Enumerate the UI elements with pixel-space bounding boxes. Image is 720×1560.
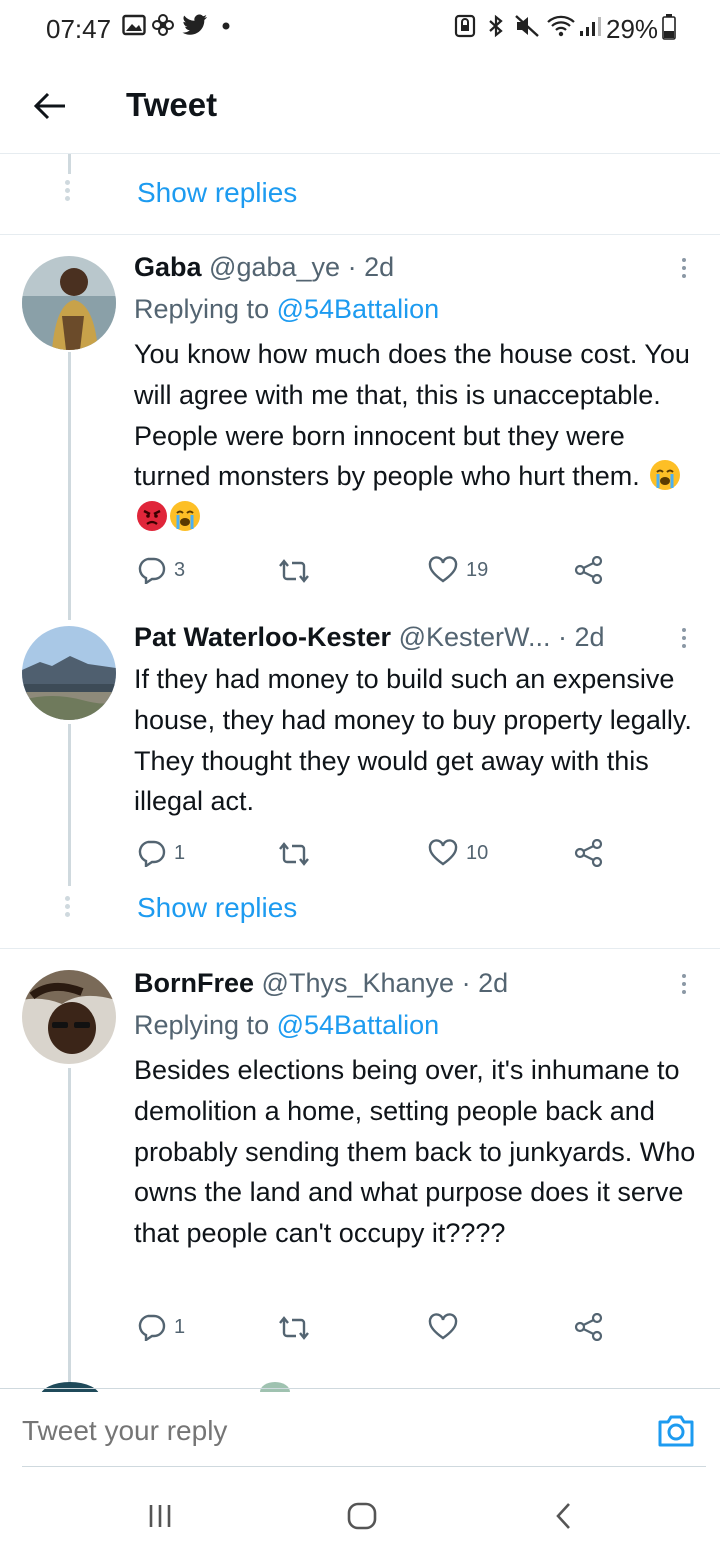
reply-count: 1 xyxy=(174,841,186,864)
loudly-crying-face-icon xyxy=(650,460,681,491)
status-bar: 07:47 29% xyxy=(0,0,720,58)
author-name[interactable]: BornFree xyxy=(134,968,254,998)
tweet-text: If they had money to build such an expen… xyxy=(134,664,692,817)
share-icon xyxy=(574,1313,603,1341)
thread-line xyxy=(68,154,71,174)
reply-icon xyxy=(138,1314,166,1341)
like-button[interactable] xyxy=(428,1313,466,1341)
heart-icon xyxy=(428,839,458,866)
system-back-button[interactable] xyxy=(544,1500,584,1532)
reply-icon xyxy=(138,557,166,584)
reply-count: 3 xyxy=(174,558,186,581)
tweet-time: · 2d xyxy=(558,622,605,652)
reply-button[interactable]: 1 xyxy=(136,839,185,867)
thread-line xyxy=(68,1068,71,1388)
battery-icon xyxy=(662,14,676,40)
signal-icon xyxy=(578,14,602,38)
divider xyxy=(0,948,720,949)
reply-input[interactable] xyxy=(22,1415,582,1447)
divider xyxy=(0,234,720,235)
reply-count: 1 xyxy=(174,1315,186,1338)
like-count: 19 xyxy=(466,558,489,581)
home-icon xyxy=(347,1502,377,1530)
retweet-icon xyxy=(279,1316,309,1340)
thread-ellipsis xyxy=(64,896,70,920)
home-button[interactable] xyxy=(342,1500,382,1532)
heart-icon xyxy=(428,1313,458,1340)
arrow-left-icon xyxy=(33,92,65,120)
mention-link[interactable]: @54Battalion xyxy=(277,294,440,324)
tweet-time: · 2d xyxy=(461,968,509,998)
dot-icon xyxy=(222,22,230,30)
back-icon xyxy=(556,1503,570,1529)
heart-icon xyxy=(428,556,458,583)
gallery-icon xyxy=(122,14,146,36)
recent-apps-button[interactable] xyxy=(140,1500,180,1532)
tweet-time: · 2d xyxy=(347,252,395,282)
author-name[interactable]: Gaba xyxy=(134,252,202,282)
tweet-body: You know how much does the house cost. Y… xyxy=(134,339,690,492)
like-count: 10 xyxy=(466,841,489,864)
mute-icon xyxy=(514,14,540,38)
reply-icon xyxy=(138,840,166,867)
author-handle[interactable]: @gaba_ye xyxy=(209,252,340,282)
author-handle[interactable]: @KesterW... xyxy=(399,622,551,652)
reply-button[interactable]: 3 xyxy=(136,556,185,584)
status-time: 07:47 xyxy=(46,14,112,44)
share-button[interactable] xyxy=(574,556,604,584)
tweet-text: Besides elections being over, it's inhum… xyxy=(134,1055,696,1249)
avatar-pat[interactable] xyxy=(22,626,116,720)
wifi-icon xyxy=(546,14,576,38)
share-button[interactable] xyxy=(574,839,604,867)
share-icon xyxy=(574,839,603,867)
mention-link[interactable]: @54Battalion xyxy=(277,1010,440,1040)
avatar-bornfree[interactable] xyxy=(22,970,116,1064)
loudly-crying-face-icon xyxy=(170,501,200,532)
tweet-header: Pat Waterloo-Kester @KesterW... · 2d xyxy=(134,622,605,653)
show-replies-link[interactable]: Show replies xyxy=(137,177,297,209)
share-button[interactable] xyxy=(574,1313,604,1341)
tweet-text: You know how much does the house cost. Y… xyxy=(134,334,704,538)
replying-to: Replying to @54Battalion xyxy=(134,1010,439,1041)
thread-line xyxy=(68,352,71,620)
more-options-button[interactable] xyxy=(672,622,696,654)
retweet-icon xyxy=(279,842,309,866)
camera-button[interactable] xyxy=(656,1413,696,1449)
replying-to-label: Replying to xyxy=(134,294,270,324)
more-options-button[interactable] xyxy=(672,252,696,284)
retweet-button[interactable] xyxy=(276,558,320,584)
bluetooth-icon xyxy=(486,14,506,38)
reply-button[interactable]: 1 xyxy=(136,1313,185,1341)
page-title: Tweet xyxy=(126,86,218,123)
like-button[interactable]: 10 xyxy=(428,839,488,867)
fan-icon xyxy=(152,14,174,36)
retweet-button[interactable] xyxy=(276,841,320,867)
author-handle[interactable]: @Thys_Khanye xyxy=(262,968,455,998)
angry-face-icon xyxy=(137,501,167,532)
tweet-header: Gaba @gaba_ye · 2d xyxy=(134,252,394,283)
thread-ellipsis xyxy=(64,180,70,204)
lock-icon xyxy=(454,14,476,38)
twitter-bird-icon xyxy=(182,14,208,36)
camera-icon xyxy=(658,1415,694,1447)
back-button[interactable] xyxy=(22,80,78,132)
show-replies-link[interactable]: Show replies xyxy=(137,892,297,924)
more-options-button[interactable] xyxy=(672,968,696,1000)
retweet-icon xyxy=(279,559,309,583)
top-app-bar: Tweet xyxy=(0,58,720,154)
system-nav-bar xyxy=(0,1470,720,1560)
retweet-button[interactable] xyxy=(276,1315,320,1341)
author-name[interactable]: Pat Waterloo-Kester xyxy=(134,622,391,652)
like-button[interactable]: 19 xyxy=(428,556,488,584)
replying-to: Replying to @54Battalion xyxy=(134,294,439,325)
replying-to-label: Replying to xyxy=(134,1010,270,1040)
battery-percent: 29% xyxy=(606,14,659,44)
tweet-header: BornFree @Thys_Khanye · 2d xyxy=(134,968,508,999)
thread-line xyxy=(68,724,71,886)
share-icon xyxy=(574,556,603,584)
avatar-gaba[interactable] xyxy=(22,256,116,350)
reply-composer xyxy=(0,1388,720,1468)
recent-apps-icon xyxy=(149,1505,171,1527)
reply-underline xyxy=(22,1466,706,1467)
